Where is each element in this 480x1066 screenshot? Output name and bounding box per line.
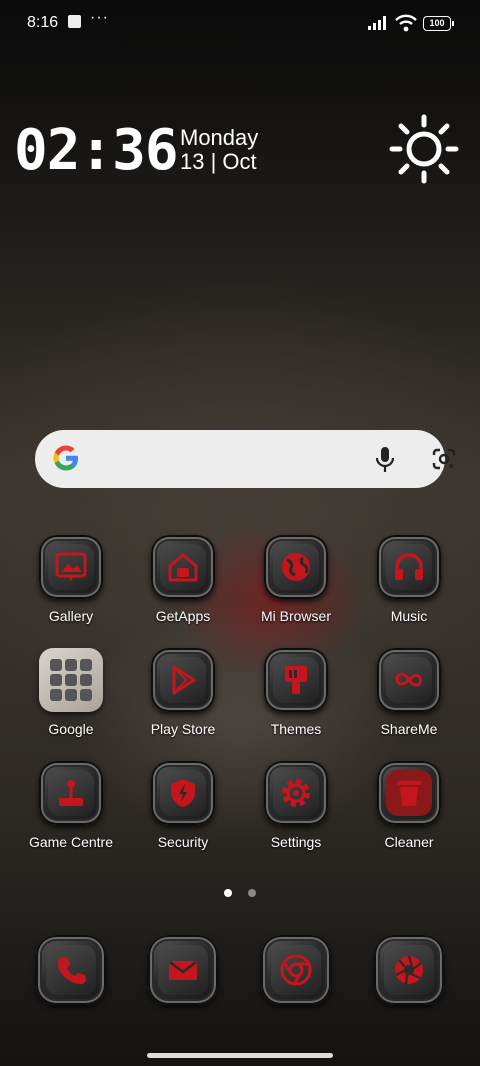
folder-app-icon bbox=[65, 674, 77, 686]
app-game-centre[interactable]: Game Centre bbox=[15, 761, 127, 850]
headphones-icon bbox=[395, 553, 423, 580]
app-label: Play Store bbox=[150, 721, 216, 737]
app-label: Game Centre bbox=[28, 834, 114, 850]
chrome-icon bbox=[280, 954, 312, 986]
folder-app-icon bbox=[65, 689, 77, 701]
app-play-store[interactable]: Play Store bbox=[127, 648, 239, 737]
sun-weather-icon[interactable] bbox=[388, 113, 460, 185]
google-search-bar[interactable] bbox=[35, 430, 456, 488]
home-gesture-bar[interactable] bbox=[147, 1053, 333, 1058]
dock-mail[interactable] bbox=[127, 935, 239, 1005]
app-label: Gallery bbox=[48, 608, 94, 624]
clock-date-value: 13 | Oct bbox=[180, 149, 257, 174]
app-cleaner[interactable]: Cleaner bbox=[353, 761, 465, 850]
clock-day: Monday bbox=[180, 125, 259, 150]
app-label: Settings bbox=[270, 834, 322, 850]
folder-app-icon bbox=[80, 659, 92, 671]
wifi-icon bbox=[395, 14, 417, 32]
app-label: Security bbox=[157, 834, 209, 850]
app-settings[interactable]: Settings bbox=[240, 761, 352, 850]
app-shareme[interactable]: ShareMe bbox=[353, 648, 465, 737]
page-dot-active[interactable] bbox=[223, 889, 232, 897]
app-music[interactable]: Music bbox=[353, 535, 465, 624]
folder-app-icon bbox=[50, 689, 62, 701]
joystick-icon bbox=[59, 780, 83, 806]
app-label: Cleaner bbox=[384, 834, 434, 850]
clock-date[interactable]: Monday 13 | Oct bbox=[180, 126, 258, 174]
notification-icon bbox=[68, 15, 81, 28]
clock-time[interactable]: 02:36 bbox=[14, 118, 179, 183]
dock-phone[interactable] bbox=[15, 935, 127, 1005]
page-dot[interactable] bbox=[248, 889, 257, 897]
dock-camera[interactable] bbox=[353, 935, 465, 1005]
folder-app-icon bbox=[65, 659, 77, 671]
gallery-icon bbox=[55, 552, 87, 581]
camera-shutter-icon bbox=[395, 955, 423, 985]
signal-icon bbox=[368, 16, 386, 30]
app-google-folder[interactable]: Google bbox=[15, 648, 127, 737]
google-icon bbox=[53, 445, 78, 471]
app-label: Themes bbox=[270, 721, 322, 737]
globe-icon bbox=[282, 553, 310, 581]
folder-app-icon bbox=[50, 674, 62, 686]
paint-brush-icon bbox=[285, 666, 307, 694]
getapps-icon bbox=[168, 553, 198, 582]
google-lens-icon[interactable] bbox=[431, 447, 457, 471]
page-indicator bbox=[0, 884, 480, 902]
mic-icon[interactable] bbox=[375, 446, 395, 474]
status-time: 8:16 bbox=[27, 14, 59, 31]
app-mi-browser[interactable]: Mi Browser bbox=[240, 535, 352, 624]
app-label: Mi Browser bbox=[260, 608, 331, 624]
app-label: Google bbox=[48, 721, 94, 737]
app-gallery[interactable]: Gallery bbox=[15, 535, 127, 624]
mail-icon bbox=[169, 961, 197, 980]
app-getapps[interactable]: GetApps bbox=[127, 535, 239, 624]
app-security[interactable]: Security bbox=[127, 761, 239, 850]
gear-icon bbox=[282, 779, 310, 807]
more-notifications-icon: ··· bbox=[90, 9, 109, 26]
folder-app-icon bbox=[80, 674, 92, 686]
app-themes[interactable]: Themes bbox=[240, 648, 352, 737]
app-label: GetApps bbox=[155, 608, 211, 624]
trash-icon bbox=[397, 781, 421, 806]
folder-app-icon bbox=[80, 689, 92, 701]
infinity-icon bbox=[395, 672, 422, 687]
status-bar: 8:16 ··· 100 bbox=[0, 0, 480, 48]
phone-icon bbox=[58, 957, 86, 984]
play-store-icon bbox=[172, 665, 196, 695]
app-label: Music bbox=[390, 608, 428, 624]
dock-chrome[interactable] bbox=[240, 935, 352, 1005]
folder-app-icon bbox=[50, 659, 62, 671]
shield-bolt-icon bbox=[171, 779, 195, 807]
app-label: ShareMe bbox=[380, 721, 438, 737]
battery-icon: 100 bbox=[423, 16, 454, 31]
